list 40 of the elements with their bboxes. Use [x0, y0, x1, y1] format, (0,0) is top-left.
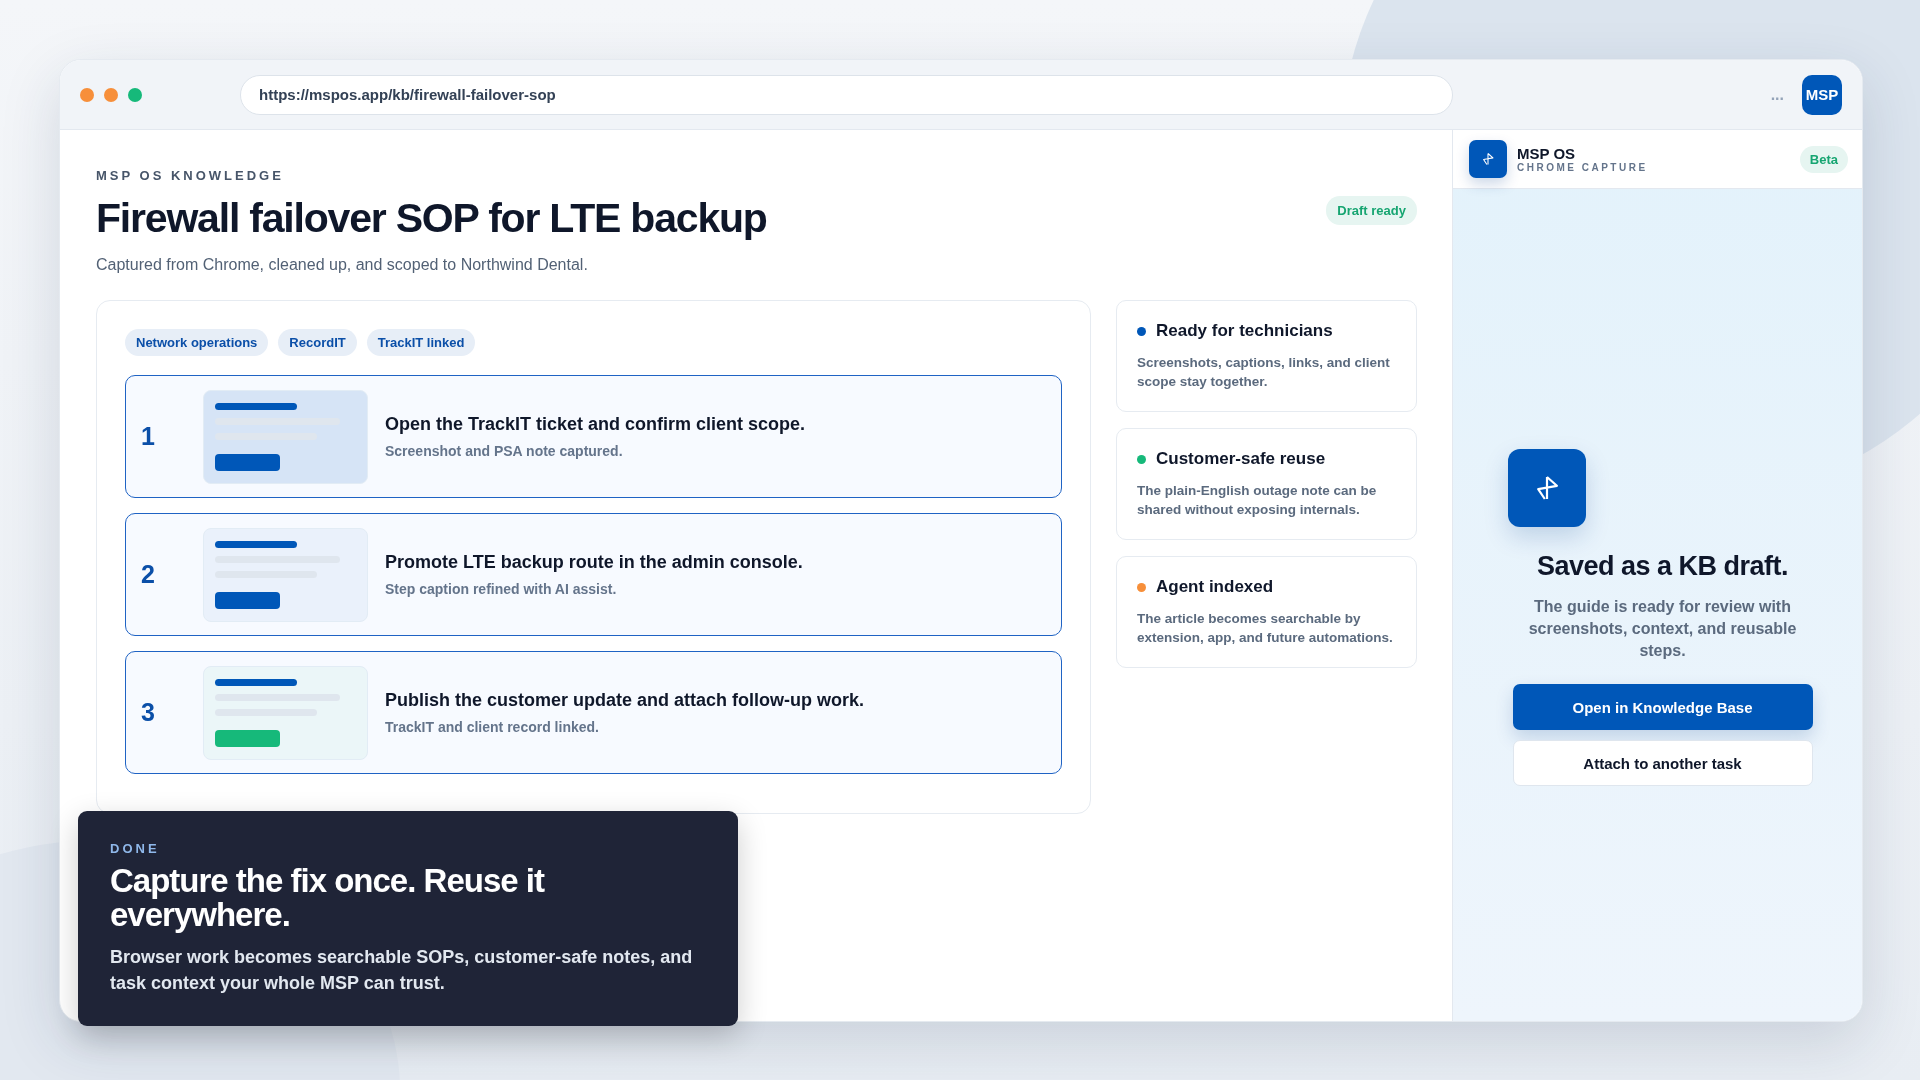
- step-title: Open the TrackIT ticket and confirm client scope.: [385, 414, 806, 435]
- article-subtitle: Captured from Chrome, cleaned up, and scoped to Northwind Dental.: [96, 256, 589, 274]
- step-caption: TrackIT and client record linked.: [385, 719, 600, 735]
- article-title: Firewall failover SOP for LTE backup: [96, 195, 767, 242]
- tag-chip[interactable]: RecordIT: [278, 329, 357, 356]
- highlight-title: Ready for technicians: [1156, 321, 1333, 341]
- highlight-title: Customer-safe reuse: [1156, 449, 1326, 469]
- step-title: Promote LTE backup route in the admin console.: [385, 552, 803, 573]
- highlight-title: Agent indexed: [1156, 577, 1274, 597]
- highlight-text: The article becomes searchable by extension, app, and future automations.: [1137, 610, 1394, 647]
- step-caption: Step caption refined with AI assist.: [385, 581, 618, 597]
- extension-name: MSP OS: [1517, 145, 1577, 162]
- step-number: 2: [140, 560, 156, 589]
- highlight-text: Screenshots, captions, links, and client scope stay together.: [1137, 354, 1391, 391]
- callout-title: Capture the fix once. Reuse it everywhere.: [110, 864, 546, 932]
- panel-heading: Saved as a KB draft.: [1536, 551, 1789, 582]
- window-control-icon[interactable]: [104, 87, 118, 102]
- highlight-text: The plain-English outage note can be shared without exposing internals.: [1137, 482, 1378, 519]
- callout-text: Browser work becomes searchable SOPs, customer-safe notes, and task context your whole MSP can trust.: [110, 946, 694, 995]
- section-label: MSP OS KNOWLEDGE: [96, 168, 285, 183]
- step-title: Publish the customer update and attach follow-up work.: [385, 690, 865, 711]
- step-card[interactable]: 1 Open the TrackIT ticket and confirm client scope. Screenshot and PSA note captured.: [125, 375, 1062, 498]
- step-number: 3: [140, 698, 156, 727]
- address-bar[interactable]: https://mspos.app/kb/firewall-failover-sop: [240, 74, 1453, 115]
- tag-chip[interactable]: TrackIT linked: [366, 329, 476, 356]
- attach-task-button[interactable]: Attach to another task: [1512, 740, 1813, 786]
- open-knowledge-base-button[interactable]: Open in Knowledge Base: [1512, 684, 1813, 730]
- tag-chip[interactable]: Network operations: [125, 329, 269, 356]
- callout-label: DONE: [110, 841, 161, 856]
- extension-subtitle: CHROME CAPTURE: [1517, 162, 1648, 173]
- window-control-icon[interactable]: [80, 87, 94, 102]
- extension-button[interactable]: MSP: [1802, 74, 1842, 115]
- status-pill: Draft ready: [1326, 196, 1417, 225]
- beta-pill: Beta: [1799, 145, 1848, 173]
- step-caption: Screenshot and PSA note captured.: [385, 443, 624, 459]
- panel-text: The guide is ready for review with screenshots, context, and reusable steps.: [1527, 597, 1798, 661]
- step-card[interactable]: 3 Publish the customer update and attach follow-up work. TrackIT and client record linked.: [125, 651, 1062, 774]
- step-number: 1: [140, 422, 156, 451]
- window-control-icon[interactable]: [128, 87, 142, 102]
- step-card[interactable]: 2 Promote LTE backup route in the admin console. Step caption refined with AI assist.: [125, 513, 1062, 636]
